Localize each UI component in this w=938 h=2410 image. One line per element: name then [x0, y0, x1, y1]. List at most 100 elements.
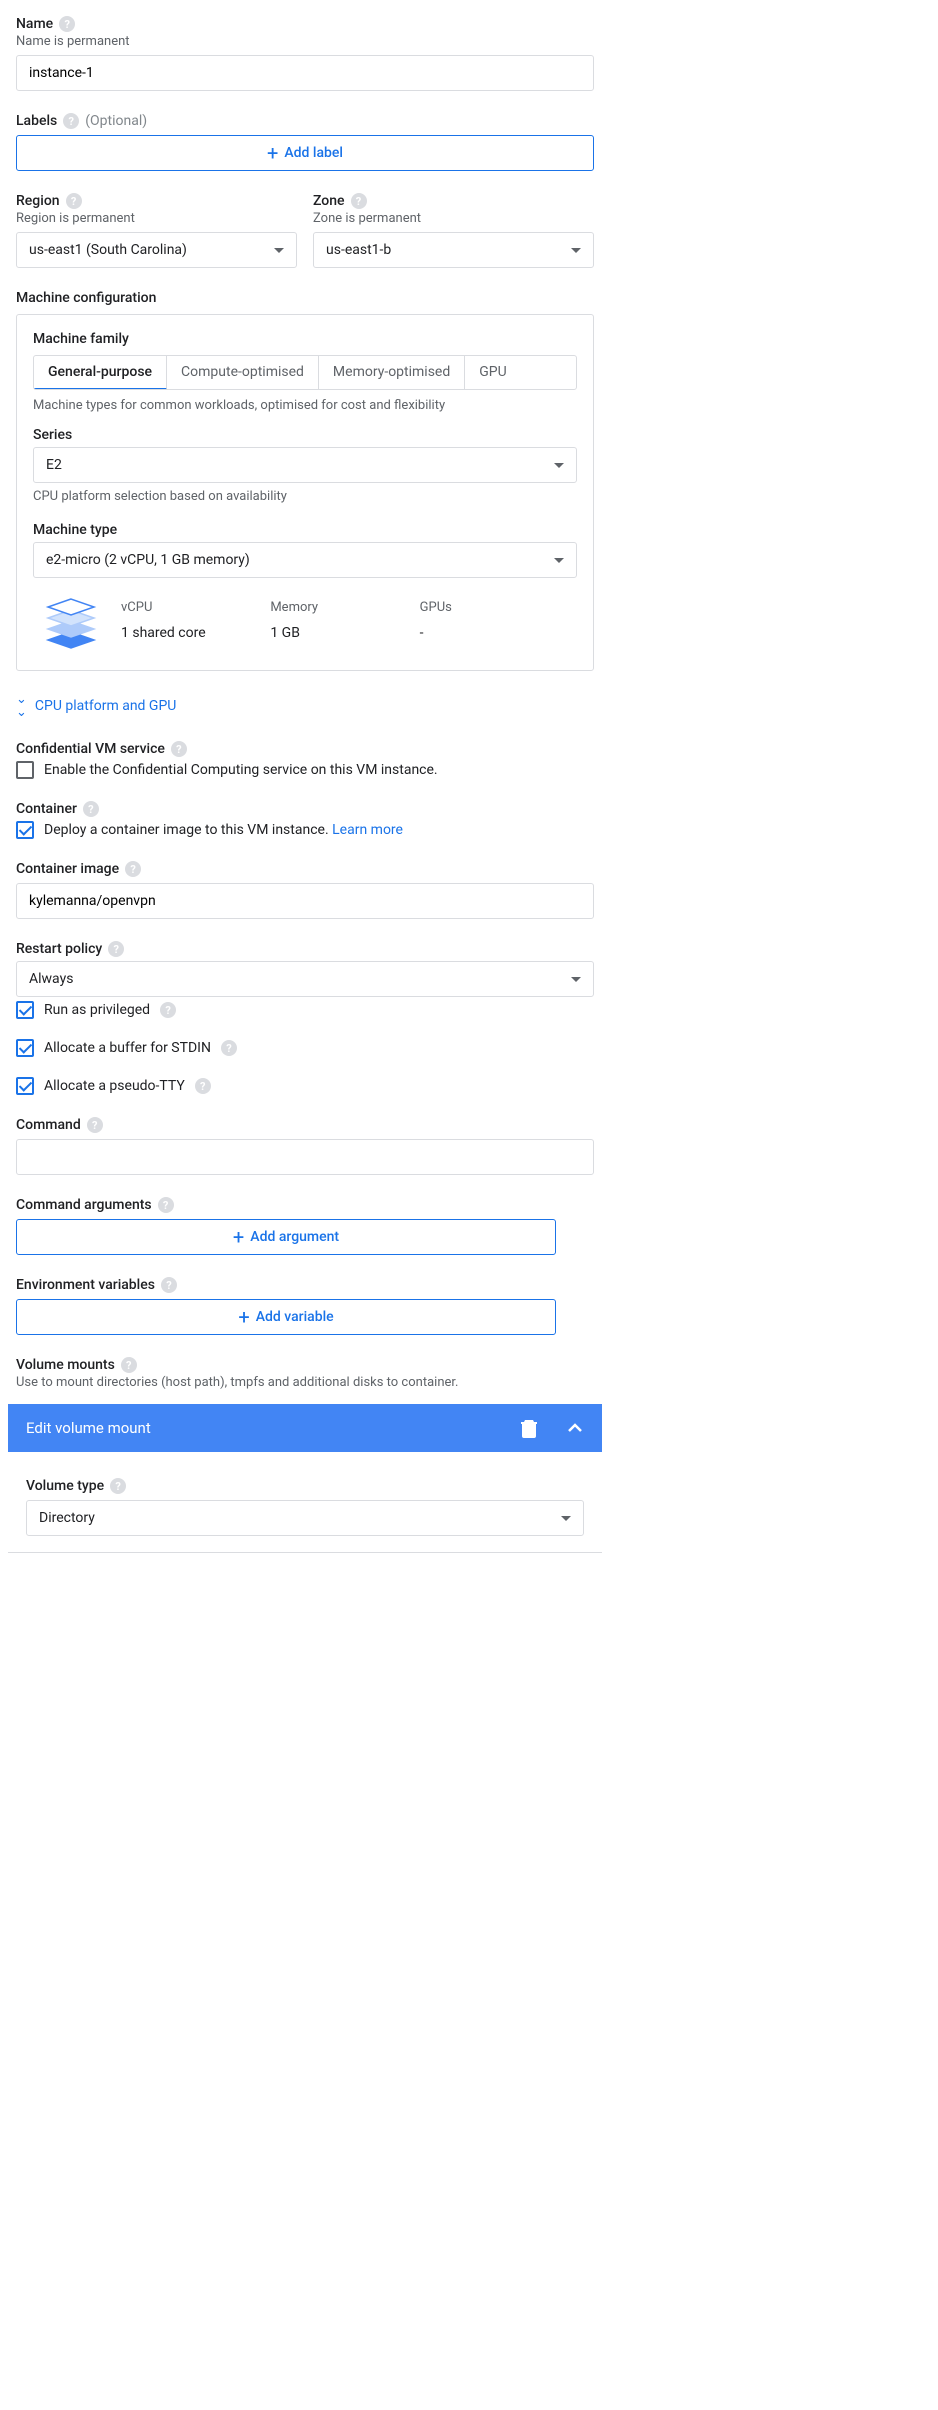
chevron-down-icon: [274, 248, 284, 253]
help-icon[interactable]: ?: [158, 1197, 174, 1213]
series-label: Series: [33, 427, 72, 443]
confidential-cb-label: Enable the Confidential Computing servic…: [44, 762, 438, 778]
env-vars-label: Environment variables: [16, 1277, 155, 1293]
chevron-down-icon: [571, 248, 581, 253]
container-label: Container: [16, 801, 77, 817]
region-select[interactable]: us-east1 (South Carolina): [16, 232, 297, 268]
container-learn-more-link[interactable]: Learn more: [332, 822, 403, 838]
help-icon[interactable]: ?: [125, 861, 141, 877]
help-icon[interactable]: ?: [83, 801, 99, 817]
edit-volume-title: Edit volume mount: [26, 1419, 151, 1437]
stdin-checkbox[interactable]: [16, 1039, 34, 1057]
chevron-up-icon[interactable]: [566, 1419, 584, 1437]
help-icon[interactable]: ?: [59, 16, 75, 32]
chevron-down-icon: [554, 558, 564, 563]
cpu-gpu-expander[interactable]: ⌄⌄ CPU platform and GPU: [16, 693, 594, 719]
command-label: Command: [16, 1117, 81, 1133]
container-image-input[interactable]: [16, 883, 594, 919]
help-icon[interactable]: ?: [160, 1002, 176, 1018]
volume-mounts-hint: Use to mount directories (host path), tm…: [16, 1375, 594, 1390]
add-label-text: Add label: [284, 145, 343, 161]
spec-memory-value: 1 GB: [270, 625, 419, 641]
volume-type-select[interactable]: Directory: [26, 1500, 584, 1536]
machine-family-label: Machine family: [33, 331, 577, 347]
region-value: us-east1 (South Carolina): [29, 242, 187, 258]
zone-value: us-east1-b: [326, 242, 391, 258]
container-cb-text: Deploy a container image to this VM inst…: [44, 822, 329, 838]
labels-label: Labels: [16, 113, 57, 129]
add-argument-button[interactable]: + Add argument: [16, 1219, 556, 1255]
chevron-down-icon: [554, 463, 564, 468]
tab-general-purpose[interactable]: General-purpose: [34, 356, 167, 390]
region-hint: Region is permanent: [16, 211, 297, 226]
plus-icon: +: [267, 146, 278, 160]
spec-vcpu-value: 1 shared core: [121, 625, 270, 641]
spec-vcpu-label: vCPU: [121, 600, 270, 615]
spec-gpus-label: GPUs: [420, 600, 569, 615]
spec-gpus-value: -: [420, 625, 569, 641]
help-icon[interactable]: ?: [161, 1277, 177, 1293]
machine-config-title: Machine configuration: [16, 290, 594, 306]
restart-policy-label: Restart policy: [16, 941, 102, 957]
volume-type-value: Directory: [39, 1510, 95, 1526]
cpu-gpu-label: CPU platform and GPU: [35, 698, 176, 714]
command-input[interactable]: [16, 1139, 594, 1175]
tty-checkbox[interactable]: [16, 1077, 34, 1095]
container-checkbox[interactable]: [16, 821, 34, 839]
tabs-hint: Machine types for common workloads, opti…: [33, 398, 577, 413]
machine-type-label: Machine type: [33, 522, 117, 538]
series-value: E2: [46, 457, 62, 473]
zone-select[interactable]: us-east1-b: [313, 232, 594, 268]
zone-label: Zone: [313, 193, 345, 209]
help-icon[interactable]: ?: [195, 1078, 211, 1094]
help-icon[interactable]: ?: [110, 1478, 126, 1494]
name-hint: Name is permanent: [16, 34, 594, 49]
tab-memory-optimised[interactable]: Memory-optimised: [319, 356, 465, 389]
double-chevron-icon: ⌄⌄: [16, 693, 27, 719]
chevron-down-icon: [561, 1516, 571, 1521]
restart-policy-value: Always: [29, 971, 73, 987]
edit-volume-header: Edit volume mount: [8, 1404, 602, 1452]
machine-family-tabs: General-purpose Compute-optimised Memory…: [33, 355, 577, 390]
chevron-down-icon: [571, 977, 581, 982]
help-icon[interactable]: ?: [121, 1357, 137, 1373]
volume-mounts-label: Volume mounts: [16, 1357, 115, 1373]
machine-type-select[interactable]: e2-micro (2 vCPU, 1 GB memory): [33, 542, 577, 578]
add-variable-text: Add variable: [256, 1309, 334, 1325]
privileged-checkbox[interactable]: [16, 1001, 34, 1019]
command-args-label: Command arguments: [16, 1197, 152, 1213]
volume-type-label: Volume type: [26, 1478, 104, 1494]
help-icon[interactable]: ?: [171, 741, 187, 757]
tty-label: Allocate a pseudo-TTY: [44, 1078, 185, 1094]
help-icon[interactable]: ?: [63, 113, 79, 129]
machine-type-value: e2-micro (2 vCPU, 1 GB memory): [46, 552, 250, 568]
help-icon[interactable]: ?: [221, 1040, 237, 1056]
stdin-label: Allocate a buffer for STDIN: [44, 1040, 211, 1056]
name-label: Name: [16, 16, 53, 32]
name-input[interactable]: [16, 55, 594, 91]
container-image-label: Container image: [16, 861, 119, 877]
plus-icon: +: [238, 1310, 249, 1324]
confidential-label: Confidential VM service: [16, 741, 165, 757]
labels-optional: (Optional): [85, 113, 147, 129]
help-icon[interactable]: ?: [108, 941, 124, 957]
tab-gpu[interactable]: GPU: [465, 356, 520, 389]
spec-memory-label: Memory: [270, 600, 419, 615]
series-hint: CPU platform selection based on availabi…: [33, 489, 577, 504]
plus-icon: +: [233, 1230, 244, 1244]
add-variable-button[interactable]: + Add variable: [16, 1299, 556, 1335]
help-icon[interactable]: ?: [66, 193, 82, 209]
restart-policy-select[interactable]: Always: [16, 961, 594, 997]
privileged-label: Run as privileged: [44, 1002, 150, 1018]
series-select[interactable]: E2: [33, 447, 577, 483]
trash-icon[interactable]: [520, 1418, 538, 1438]
container-cb-label: Deploy a container image to this VM inst…: [44, 822, 403, 838]
machine-stack-icon: [41, 590, 101, 650]
add-label-button[interactable]: + Add label: [16, 135, 594, 171]
help-icon[interactable]: ?: [351, 193, 367, 209]
confidential-checkbox[interactable]: [16, 761, 34, 779]
add-argument-text: Add argument: [250, 1229, 339, 1245]
region-label: Region: [16, 193, 60, 209]
tab-compute-optimised[interactable]: Compute-optimised: [167, 356, 319, 389]
help-icon[interactable]: ?: [87, 1117, 103, 1133]
